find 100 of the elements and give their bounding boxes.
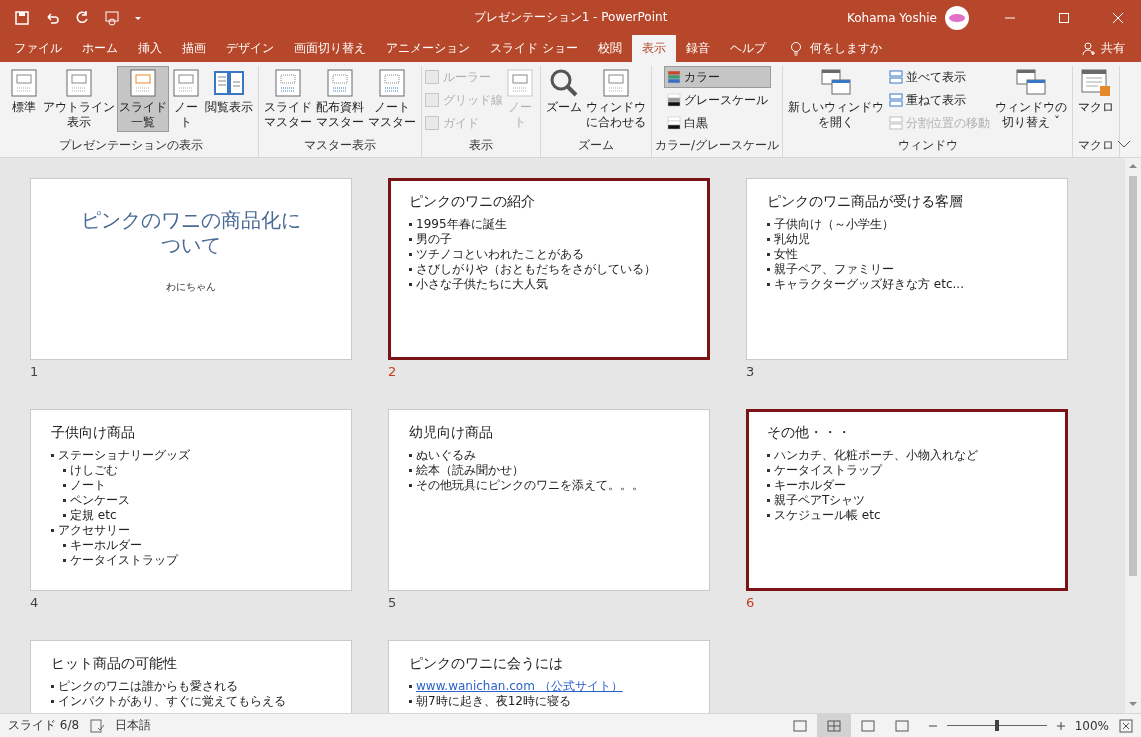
ribbon-tab[interactable]: 画面切り替え bbox=[284, 35, 376, 62]
slide-thumbnail[interactable]: ヒット商品の可能性 ピンクのワニは誰からも愛される インパクトがあり、すぐに覚えてもらえる bbox=[30, 640, 352, 713]
bullet-text: ぬいぐるみ bbox=[416, 448, 476, 463]
ribbon-button[interactable]: ノー ト bbox=[169, 66, 203, 132]
windows-icon bbox=[1015, 68, 1048, 98]
bullet-icon bbox=[409, 454, 412, 457]
bullet-text: 子供向け（～小学生） bbox=[774, 217, 894, 232]
bullet-text: 乳幼児 bbox=[774, 232, 810, 247]
share-button[interactable]: 共有 bbox=[1075, 35, 1131, 62]
redo-icon[interactable] bbox=[74, 9, 90, 26]
zoom-in-button[interactable] bbox=[1056, 721, 1065, 730]
layout-icon bbox=[325, 68, 355, 98]
zoom-slider-thumb[interactable] bbox=[994, 720, 999, 731]
slide-title: ピンクのワニに会うには bbox=[409, 655, 564, 673]
bullet-icon bbox=[51, 454, 54, 457]
ribbon-button[interactable]: アウトライン 表示 bbox=[41, 66, 117, 132]
group-label: カラー/グレースケール bbox=[655, 137, 780, 154]
ribbon-tab[interactable]: スライド ショー bbox=[480, 35, 588, 62]
plus-icon bbox=[1056, 721, 1065, 730]
layout-icon bbox=[505, 68, 535, 98]
bullet-icon bbox=[409, 268, 412, 271]
ribbon-tab[interactable]: 録音 bbox=[675, 35, 720, 62]
swatch-icon bbox=[666, 116, 681, 130]
ribbon-button[interactable]: グレースケール bbox=[663, 89, 771, 111]
slide-thumbnail[interactable]: その他・・・ ハンカチ、化粧ポーチ、小物入れなど ケータイストラップ キーホルダー 親子ペアTシャツ スケジュール帳 etc bbox=[746, 409, 1068, 591]
ribbon-button[interactable]: ウィンドウの 切り替え ˇ bbox=[993, 66, 1070, 132]
ribbon-tab[interactable]: ヘルプ bbox=[719, 35, 776, 62]
slide-thumbnail[interactable]: ピンクのワニに会うには www.wanichan.com （公式サイト） 朝7時に起き、夜12時に寝る bbox=[388, 640, 710, 713]
save-icon[interactable] bbox=[14, 9, 30, 26]
bullet-icon bbox=[63, 559, 66, 562]
bullet-icon bbox=[409, 283, 412, 286]
ribbon-tab[interactable]: 挿入 bbox=[128, 35, 172, 62]
language[interactable]: 日本語 bbox=[115, 717, 152, 734]
ribbon-button[interactable]: ノート マスター bbox=[366, 66, 418, 132]
avatar[interactable] bbox=[945, 5, 969, 30]
ribbon-tab[interactable]: アニメーション bbox=[376, 35, 480, 62]
zoom-percent[interactable]: 100% bbox=[1074, 718, 1109, 733]
ribbon-tab[interactable]: デザイン bbox=[216, 35, 284, 62]
bullet-link[interactable]: www.wanichan.com （公式サイト） bbox=[416, 679, 623, 694]
bullet-text: ペンケース bbox=[70, 493, 130, 508]
bullet-text: インパクトがあり、すぐに覚えてもらえる bbox=[58, 694, 286, 709]
ribbon-tab[interactable]: 描画 bbox=[172, 35, 216, 62]
notes-check-icon bbox=[89, 717, 106, 734]
bullet-icon bbox=[409, 223, 412, 226]
maximize-icon bbox=[1059, 12, 1069, 23]
fit-to-window-button[interactable] bbox=[1119, 718, 1133, 733]
bullet-text: ステーショナリーグッズ bbox=[58, 448, 190, 463]
bullet-text: 女性 bbox=[774, 247, 798, 262]
bullet-icon bbox=[51, 529, 54, 532]
ribbon-button[interactable]: スライド 一覧 bbox=[117, 66, 169, 132]
bullet-icon bbox=[767, 454, 770, 457]
ribbon-button[interactable]: 閲覧表示 bbox=[203, 66, 255, 117]
slide-thumbnail[interactable]: 幼児向け商品 ぬいぐるみ 絵本（読み聞かせ） その他玩具にピンクのワニを添えて。。。 bbox=[388, 409, 710, 591]
ribbon-button[interactable]: マクロ bbox=[1076, 66, 1117, 117]
ribbon-button[interactable]: 並べて表示 bbox=[886, 66, 994, 88]
bullet-icon bbox=[767, 514, 770, 517]
ribbon-button[interactable]: 白黒 bbox=[663, 112, 771, 134]
ribbon-tab[interactable]: 校閲 bbox=[587, 35, 632, 62]
ribbon-button[interactable]: 重ねて表示 bbox=[886, 89, 994, 111]
slide-counter: スライド 6/8 bbox=[8, 717, 80, 734]
group-label: マスター表示 bbox=[304, 137, 376, 154]
bullet-icon bbox=[63, 499, 66, 502]
ribbon-button[interactable]: 新しいウィンドウ を開く bbox=[786, 66, 887, 132]
ribbon-button[interactable]: 標準 bbox=[7, 66, 41, 117]
bullet-icon bbox=[767, 499, 770, 502]
ribbon-button[interactable]: カラー bbox=[663, 66, 771, 88]
bullet-text: キーホルダー bbox=[70, 538, 142, 553]
presentation-icon[interactable] bbox=[104, 9, 120, 26]
slide-number: 3 bbox=[746, 364, 756, 379]
slide-title: 子供向け商品 bbox=[51, 424, 136, 442]
tell-me-search[interactable]: 何をしますか bbox=[783, 35, 886, 62]
layout-icon bbox=[171, 68, 201, 98]
slide-thumbnail[interactable]: 子供向け商品 ステーショナリーグッズ けしごむ ノート ペンケース 定規 etc アクセサリー キーホルダー ケータイストラップ bbox=[30, 409, 352, 591]
swatch-icon bbox=[666, 70, 681, 84]
slide-thumbnail[interactable]: ピンクのワニの紹介 1995年春に誕生 男の子 ツチノコといわれたことがある さびしがりや（おともだちをさがしている） 小さな子供たちに大人気 bbox=[388, 178, 710, 360]
slide-thumbnail[interactable]: ピンクのワニの商品化に ついて わにちゃん bbox=[30, 178, 352, 360]
swatch-icon bbox=[666, 93, 681, 107]
bullet-icon bbox=[767, 283, 770, 286]
bullet-text: ピンクのワニは誰からも愛される bbox=[58, 679, 238, 694]
macro-icon bbox=[1080, 68, 1113, 98]
bullet-text: キーホルダー bbox=[774, 478, 846, 493]
ribbon-tab[interactable]: ファイル bbox=[4, 35, 72, 62]
ribbon-button[interactable]: ウィンドウ に合わせる bbox=[584, 66, 648, 132]
group-label: プレゼンテーションの表示 bbox=[59, 137, 203, 154]
view-button[interactable] bbox=[816, 714, 851, 737]
vertical-scrollbar[interactable] bbox=[1125, 158, 1141, 713]
slide-title: その他・・・ bbox=[767, 424, 852, 442]
bullet-text: キャラクターグッズ好きな方 etc... bbox=[774, 277, 964, 292]
group-label: 表示 bbox=[469, 137, 493, 154]
ribbon-button[interactable]: スライド マスター bbox=[262, 66, 314, 132]
bullet-icon bbox=[767, 223, 770, 226]
ribbon-tab[interactable]: ホーム bbox=[72, 35, 128, 62]
bullet-text: 定規 etc bbox=[70, 508, 117, 523]
ribbon-button[interactable]: 配布資料 マスター bbox=[314, 66, 366, 132]
ribbon-tab[interactable]: 表示 bbox=[631, 35, 676, 62]
bullet-text: ノート bbox=[70, 478, 106, 493]
grid-view-icon bbox=[825, 717, 842, 734]
slide-thumbnail[interactable]: ピンクのワニ商品が受ける客層 子供向け（～小学生） 乳幼児 女性 親子ペア、ファミリー キャラクターグッズ好きな方 etc... bbox=[746, 178, 1068, 360]
ribbon-button[interactable]: ズーム bbox=[544, 66, 584, 117]
slide-number: 1 bbox=[30, 364, 40, 379]
